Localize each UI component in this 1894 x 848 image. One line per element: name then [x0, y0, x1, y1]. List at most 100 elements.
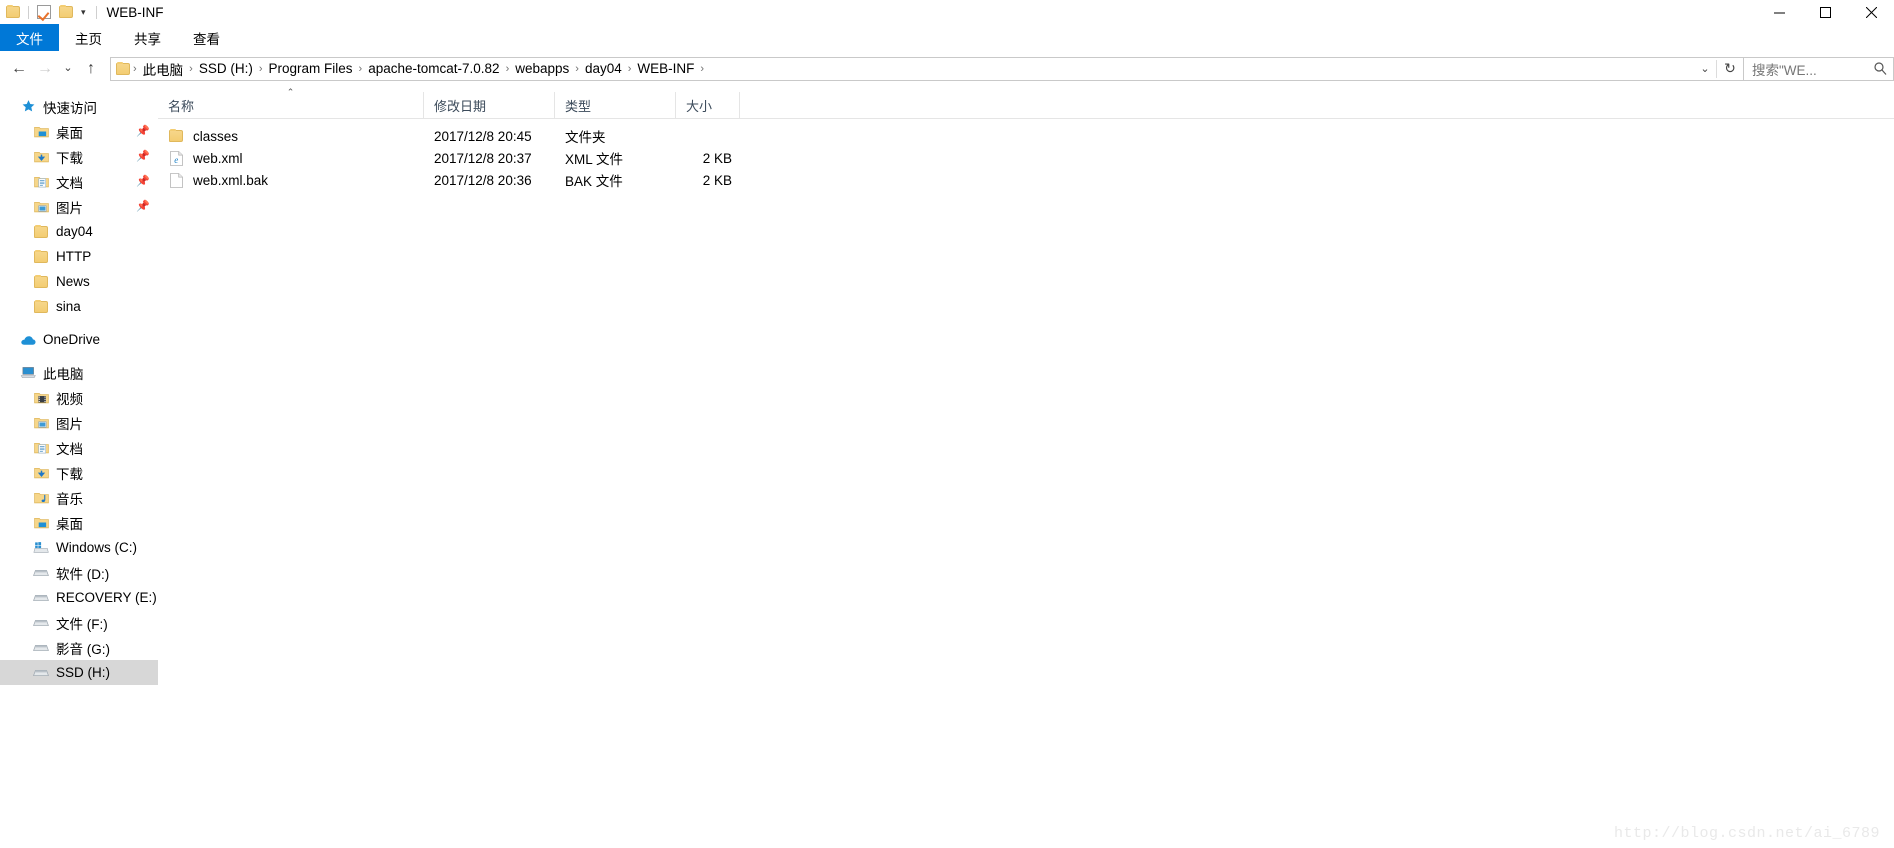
sidebar-item-label: 图片 — [56, 200, 83, 216]
column-header-label: 类型 — [565, 98, 592, 114]
address-bar-actions: ⌄ ↻ — [1694, 58, 1743, 80]
search-input[interactable]: 搜索"WE... — [1744, 59, 1867, 79]
tab-home[interactable]: 主页 — [59, 24, 118, 51]
breadcrumb-separator-2[interactable]: › — [257, 63, 265, 75]
sidebar-item-windows-c[interactable]: Windows (C:) — [0, 535, 158, 560]
search-box[interactable]: 搜索"WE... — [1744, 56, 1894, 81]
tab-view[interactable]: 查看 — [177, 24, 236, 51]
sidebar-section-quick-access[interactable]: 快速访问 — [0, 94, 158, 119]
sidebar-item-drive-h[interactable]: SSD (H:) — [0, 660, 158, 685]
column-header-label: 大小 — [686, 98, 713, 114]
sidebar-item-label: News — [56, 274, 90, 289]
breadcrumb-separator-0[interactable]: › — [131, 63, 139, 75]
sidebar-item-music[interactable]: 音乐 — [0, 485, 158, 510]
forward-button[interactable]: → — [32, 56, 58, 82]
file-name-cell[interactable]: classes — [158, 128, 424, 144]
file-name-cell[interactable]: web.xml.bak — [158, 172, 424, 188]
sidebar-item-downloads-qa[interactable]: 下载 📌 — [0, 144, 158, 169]
breadcrumb-separator-6[interactable]: › — [626, 63, 634, 75]
breadcrumb-item-program-files[interactable]: Program Files — [265, 61, 357, 76]
pictures-folder-icon — [33, 415, 49, 431]
file-date-cell: 2017/12/8 20:45 — [434, 128, 532, 144]
breadcrumb-separator-7[interactable]: › — [698, 63, 706, 75]
sidebar-item-drive-f[interactable]: 文件 (F:) — [0, 610, 158, 635]
file-name-cell[interactable]: e web.xml — [158, 150, 424, 166]
sidebar-item-news[interactable]: News — [0, 269, 158, 294]
sidebar-item-onedrive[interactable]: OneDrive — [0, 327, 158, 352]
sidebar-item-desktop[interactable]: 桌面 — [0, 510, 158, 535]
minimize-button[interactable] — [1756, 0, 1802, 24]
sidebar-item-http[interactable]: HTTP — [0, 244, 158, 269]
sidebar-item-day04[interactable]: day04 — [0, 219, 158, 244]
table-row[interactable]: web.xml.bak 2017/12/8 20:36 BAK 文件 2 KB — [158, 169, 1894, 191]
drive-icon — [33, 615, 49, 631]
tab-share[interactable]: 共享 — [118, 24, 177, 51]
address-dropdown-icon[interactable]: ⌄ — [1694, 58, 1716, 80]
breadcrumb-separator-4[interactable]: › — [504, 63, 512, 75]
sidebar-item-label: 软件 (D:) — [56, 566, 110, 582]
up-button[interactable]: ↑ — [78, 56, 104, 82]
column-header-size[interactable]: 大小 — [676, 92, 740, 118]
sidebar-item-this-pc[interactable]: 此电脑 — [0, 360, 158, 385]
breadcrumb-item-ssd-h[interactable]: SSD (H:) — [195, 61, 257, 76]
pin-icon[interactable]: 📌 — [136, 176, 150, 187]
sidebar-item-pictures[interactable]: 图片 — [0, 410, 158, 435]
file-list-pane[interactable]: ⌃ 名称 修改日期 类型 大小 classes 2017/12/8 20:45 … — [158, 86, 1894, 848]
address-bar[interactable]: › 此电脑 › SSD (H:) › Program Files › apach… — [110, 56, 1744, 81]
pin-icon[interactable]: 📌 — [136, 201, 150, 212]
table-row[interactable]: e web.xml 2017/12/8 20:37 XML 文件 2 KB — [158, 147, 1894, 169]
table-row[interactable]: classes 2017/12/8 20:45 文件夹 — [158, 125, 1894, 147]
documents-folder-icon — [33, 174, 49, 190]
column-header-row: ⌃ 名称 修改日期 类型 大小 — [158, 88, 1894, 119]
folder-icon — [33, 299, 49, 315]
music-folder-icon — [33, 490, 49, 506]
sidebar-item-label: 文档 — [56, 441, 83, 457]
sidebar-item-documents-qa[interactable]: 文档 📌 — [0, 169, 158, 194]
column-header-type[interactable]: 类型 — [555, 92, 676, 118]
sidebar-item-drive-g[interactable]: 影音 (G:) — [0, 635, 158, 660]
close-button[interactable] — [1848, 0, 1894, 24]
breadcrumb-item-day04[interactable]: day04 — [581, 61, 626, 76]
sidebar-item-sina[interactable]: sina — [0, 294, 158, 319]
tab-file[interactable]: 文件 — [0, 24, 59, 51]
address-bar-row: ← → ⌄ ↑ › 此电脑 › SSD (H:) › Program Files… — [0, 52, 1894, 86]
file-name-label: web.xml.bak — [193, 172, 269, 188]
sidebar-item-drive-e[interactable]: RECOVERY (E:) — [0, 585, 158, 610]
back-button[interactable]: ← — [6, 56, 32, 82]
breadcrumb-item-web-inf[interactable]: WEB-INF — [633, 61, 698, 76]
ribbon-tab-bar: 文件 主页 共享 查看 — [0, 24, 1894, 52]
sidebar-item-documents[interactable]: 文档 — [0, 435, 158, 460]
refresh-icon[interactable]: ↻ — [1717, 58, 1743, 80]
pin-icon[interactable]: 📌 — [136, 151, 150, 162]
breadcrumb-item-apache-tomcat[interactable]: apache-tomcat-7.0.82 — [364, 61, 503, 76]
sidebar-item-drive-d[interactable]: 软件 (D:) — [0, 560, 158, 585]
chevron-down-icon[interactable]: ▾ — [77, 7, 92, 17]
properties-icon[interactable] — [33, 1, 55, 23]
file-type-cell: BAK 文件 — [565, 174, 623, 189]
sidebar-item-pictures-qa[interactable]: 图片 📌 — [0, 194, 158, 219]
new-folder-icon[interactable] — [55, 1, 77, 23]
recent-locations-icon[interactable]: ⌄ — [58, 56, 78, 82]
column-header-date[interactable]: 修改日期 — [424, 92, 555, 118]
breadcrumb-folder-icon[interactable] — [115, 61, 131, 77]
sidebar-item-videos[interactable]: 视频 — [0, 385, 158, 410]
file-name-label: classes — [193, 128, 239, 144]
pin-icon[interactable]: 📌 — [136, 126, 150, 137]
breadcrumb-item-this-pc[interactable]: 此电脑 — [139, 59, 188, 79]
folder-icon[interactable] — [2, 1, 24, 23]
column-header-name[interactable]: ⌃ 名称 — [158, 88, 424, 118]
breadcrumb-separator-3[interactable]: › — [357, 63, 365, 75]
drive-icon — [33, 665, 49, 681]
xml-file-icon: e — [168, 150, 184, 166]
breadcrumb-item-webapps[interactable]: webapps — [511, 61, 573, 76]
column-header-label: 名称 — [168, 98, 195, 114]
breadcrumb-separator-5[interactable]: › — [573, 63, 581, 75]
sidebar-item-downloads[interactable]: 下载 — [0, 460, 158, 485]
sort-ascending-icon: ⌃ — [286, 87, 295, 97]
breadcrumb-separator-1[interactable]: › — [187, 63, 195, 75]
sidebar-item-desktop-qa[interactable]: 桌面 📌 — [0, 119, 158, 144]
search-icon[interactable] — [1867, 62, 1893, 75]
maximize-button[interactable] — [1802, 0, 1848, 24]
navigation-pane[interactable]: 快速访问 桌面 📌 下载 📌 文档 📌 图片 📌 day04 HTTP News… — [0, 86, 158, 848]
